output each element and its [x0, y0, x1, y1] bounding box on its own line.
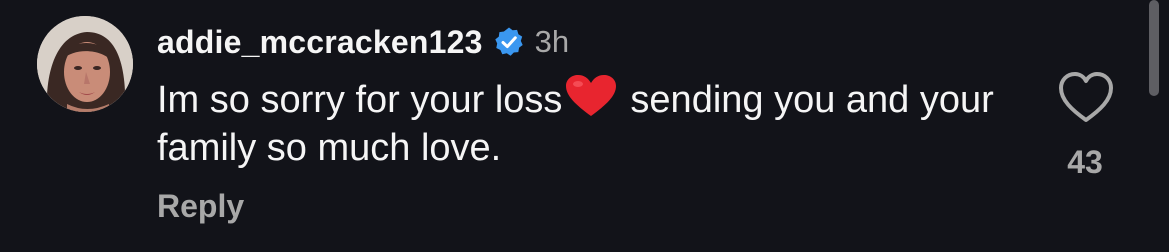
verified-badge-icon: [493, 26, 525, 58]
heart-outline-icon: [1059, 72, 1113, 122]
scrollbar-thumb[interactable]: [1149, 0, 1159, 96]
like-count: 43: [1067, 144, 1103, 180]
reply-button[interactable]: Reply: [157, 188, 244, 225]
username-link[interactable]: addie_mccracken123: [157, 24, 483, 61]
user-avatar[interactable]: [37, 16, 133, 112]
comment-text-part1: Im so sorry for your loss: [157, 79, 563, 121]
like-button[interactable]: [1056, 70, 1116, 126]
heart-emoji-icon: [564, 74, 618, 118]
comment-header: addie_mccracken123 3h: [157, 20, 569, 64]
comment-text: Im so sorry for your loss sending you and…: [157, 74, 1017, 172]
comment-timestamp: 3h: [534, 24, 570, 59]
comment-item: addie_mccracken123 3h Im so sorry for yo…: [0, 0, 1169, 252]
avatar-image: [37, 16, 133, 112]
